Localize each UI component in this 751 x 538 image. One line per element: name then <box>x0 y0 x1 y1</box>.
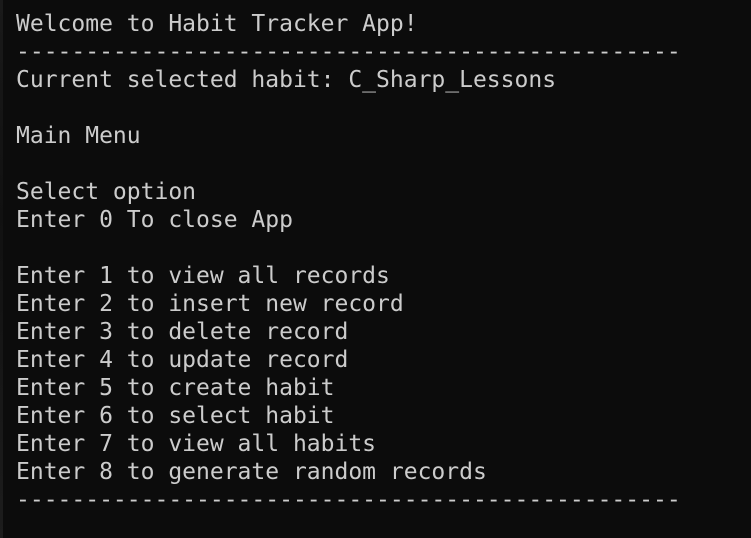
current-habit-text: Current selected habit: C_Sharp_Lessons <box>16 67 557 93</box>
separator-top: ----------------------------------------… <box>16 39 681 65</box>
menu-option-2: Enter 2 to insert new record <box>16 291 404 317</box>
window-edge <box>0 0 3 538</box>
separator-bottom: ----------------------------------------… <box>16 487 681 513</box>
menu-option-8: Enter 8 to generate random records <box>16 459 487 485</box>
select-option-text: Select option <box>16 179 197 205</box>
console-window: Welcome to Habit Tracker App! ----------… <box>0 0 751 538</box>
menu-option-7: Enter 7 to view all habits <box>16 431 377 457</box>
menu-option-6: Enter 6 to select habit <box>16 403 335 429</box>
menu-option-4: Enter 4 to update record <box>16 347 349 373</box>
menu-title: Main Menu <box>16 123 141 149</box>
menu-option-5: Enter 5 to create habit <box>16 375 335 401</box>
menu-option-0: Enter 0 To close App <box>16 207 293 233</box>
welcome-text: Welcome to Habit Tracker App! <box>16 11 418 37</box>
menu-option-3: Enter 3 to delete record <box>16 319 349 345</box>
menu-option-1: Enter 1 to view all records <box>16 263 390 289</box>
